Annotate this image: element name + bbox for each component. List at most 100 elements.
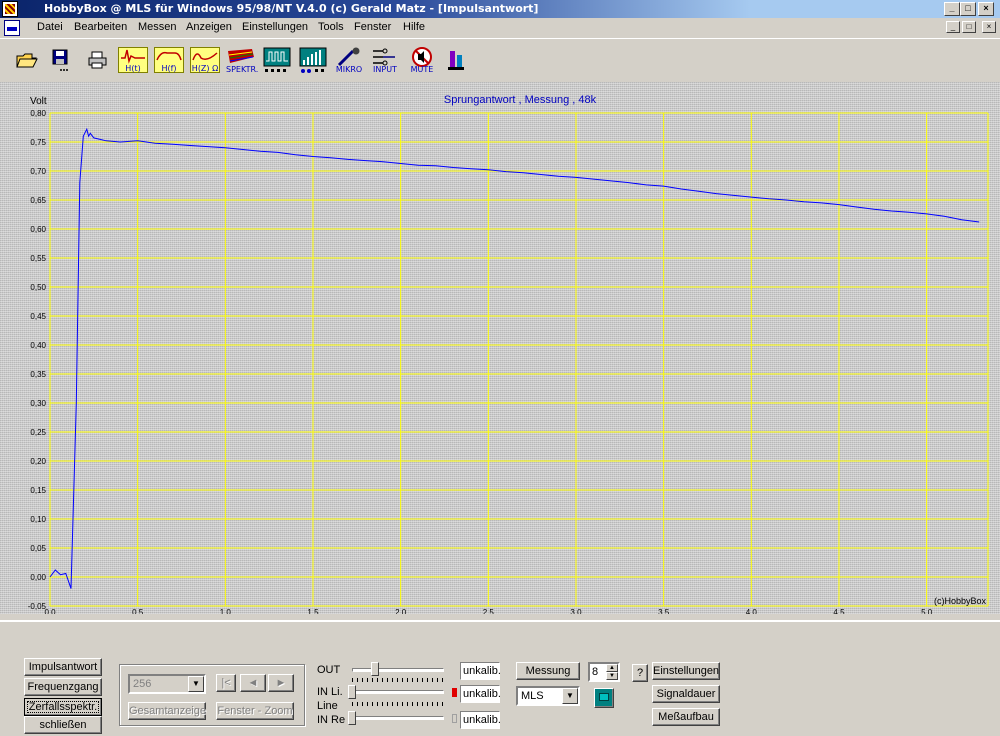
y-axis-label: Volt	[30, 96, 47, 107]
line-ticks	[352, 702, 444, 706]
x-tick-label: 0,0	[44, 608, 56, 614]
line-label: Line	[317, 700, 338, 712]
signal-type-select[interactable]: MLS ▼	[516, 686, 580, 706]
out-slider-track[interactable]	[352, 668, 444, 672]
mdi-close-button[interactable]: ×	[982, 21, 996, 33]
menu-tools[interactable]: Tools	[318, 21, 344, 33]
x-tick-label: 0,5	[132, 608, 144, 614]
y-tick-label: 0,60	[30, 225, 46, 234]
chart-area[interactable]: 0,80 0,75 0,70 0,65 0,60 0,55 0,50 0,45 0,40 0,35…	[0, 82, 1000, 614]
microphone-icon[interactable]: MIKRO	[335, 47, 363, 74]
y-tick-label: 0,65	[30, 196, 46, 205]
previous-button[interactable]: ◄	[240, 674, 266, 692]
help-button[interactable]: ?	[632, 664, 648, 682]
y-tick-label: 0,20	[30, 457, 46, 466]
in-right-clip-led	[452, 714, 457, 723]
step-response-line	[49, 127, 980, 589]
menu-messen[interactable]: Messen	[138, 21, 177, 33]
menu-einstellungen[interactable]: Einstellungen	[242, 21, 308, 33]
impedance-icon[interactable]: H(Z) Ω	[190, 47, 220, 73]
out-label: OUT	[317, 664, 341, 676]
y-tick-label: 0,80	[30, 109, 46, 118]
in-left-slider-thumb[interactable]	[348, 685, 356, 699]
chevron-down-icon[interactable]: ▼	[562, 688, 578, 704]
toolbar: H(t) H(f) H(Z) Ω SPEKTR. MIKRO INPUT MUT…	[0, 38, 1000, 82]
maximize-button[interactable]: □	[960, 2, 976, 16]
analyzer-icon[interactable]	[299, 47, 327, 73]
in-left-slider-track[interactable]	[352, 690, 444, 694]
spectrum-icon[interactable]: SPEKTR.	[226, 47, 258, 74]
y-tick-label: 0,40	[30, 341, 46, 350]
x-tick-label: 3,5	[658, 608, 670, 614]
window-title: HobbyBox @ MLS für Windows 95/98/NT V.4.…	[44, 2, 539, 15]
y-tick-label: 0,35	[30, 370, 46, 379]
chevron-down-icon[interactable]: ▼	[188, 676, 204, 692]
floppy-disk-icon[interactable]	[52, 49, 70, 73]
watermark: (c)HobbyBox	[934, 596, 987, 606]
x-tick-label: 4,5	[833, 608, 845, 614]
menu-bearbeiten[interactable]: Bearbeiten	[74, 21, 127, 33]
messaufbau-button[interactable]: Meßaufbau	[652, 708, 720, 726]
in-right-label: IN Re	[317, 714, 346, 726]
gesamtanzeige-button[interactable]: Gesamtanzeige	[128, 702, 206, 720]
y-tick-label: 0,10	[30, 515, 46, 524]
step-response-chart[interactable]: 0,80 0,75 0,70 0,65 0,60 0,55 0,50 0,45 0,40 0,35…	[0, 82, 1000, 614]
in-right-slider-track[interactable]	[352, 716, 444, 720]
x-tick-label: 1,5	[307, 608, 319, 614]
mute-icon[interactable]: MUTE	[408, 47, 436, 74]
x-tick-label: 4,0	[746, 608, 758, 614]
input-icon[interactable]: INPUT	[371, 47, 399, 74]
fenster-zoom-button[interactable]: Fenster - Zoom	[216, 702, 294, 720]
in-right-slider-thumb[interactable]	[348, 711, 356, 725]
title-bar[interactable]: HobbyBox @ MLS für Windows 95/98/NT V.4.…	[0, 0, 1000, 18]
tool-icon[interactable]	[446, 49, 474, 75]
schliessen-button[interactable]: schließen	[24, 716, 102, 734]
y-tick-label: 0,05	[30, 544, 46, 553]
impulse-response-icon[interactable]: H(t)	[118, 47, 148, 73]
einstellungen-button[interactable]: Einstellungen	[652, 662, 720, 680]
folder-open-icon[interactable]	[16, 51, 38, 69]
menu-hilfe[interactable]: Hilfe	[403, 21, 425, 33]
mdi-restore-button[interactable]: □	[962, 21, 976, 33]
y-tick-label: 0,70	[30, 167, 46, 176]
printer-icon[interactable]	[88, 51, 108, 69]
y-tick-label: 0,55	[30, 254, 46, 263]
spin-up-icon[interactable]: ▲	[606, 664, 618, 672]
first-page-button[interactable]: |<	[216, 674, 236, 692]
window-size-select[interactable]: 256 ▼	[128, 674, 206, 694]
signaldauer-button[interactable]: Signaldauer	[652, 685, 720, 703]
app-icon[interactable]	[2, 1, 18, 17]
measure-start-button[interactable]	[594, 688, 614, 708]
x-tick-label: 2,0	[395, 608, 407, 614]
close-button[interactable]: ×	[978, 2, 994, 16]
signal-generator-icon[interactable]	[263, 47, 291, 73]
y-tick-label: 0,15	[30, 486, 46, 495]
spin-down-icon[interactable]: ▼	[606, 672, 618, 680]
menu-anzeigen[interactable]: Anzeigen	[186, 21, 232, 33]
document-icon[interactable]	[4, 20, 20, 36]
in-left-clip-led	[452, 688, 457, 697]
menu-datei[interactable]: Datei	[37, 21, 63, 33]
out-status: unkalib.	[460, 662, 501, 680]
menu-bar: Datei Bearbeiten Messen Anzeigen Einstel…	[0, 18, 1000, 38]
x-tick-label: 5,0	[921, 608, 933, 614]
x-tick-label: 2,5	[483, 608, 495, 614]
zerfallsspektrum-button[interactable]: Zerfallsspektr.	[24, 698, 102, 716]
minimize-button[interactable]: _	[944, 2, 960, 16]
messung-count-spinner[interactable]: 8 ▲ ▼	[588, 662, 620, 682]
frequency-response-icon[interactable]: H(f)	[154, 47, 184, 73]
y-tick-label: 0,45	[30, 312, 46, 321]
in-right-status: unkalib.	[460, 711, 501, 729]
frequenzgang-button[interactable]: Frequenzgang	[24, 678, 102, 696]
messung-button[interactable]: Messung	[516, 662, 580, 680]
out-ticks	[352, 678, 444, 682]
in-left-status: unkalib.	[460, 685, 501, 703]
y-tick-label: 0,30	[30, 399, 46, 408]
next-button[interactable]: ►	[268, 674, 294, 692]
menu-fenster[interactable]: Fenster	[354, 21, 391, 33]
impulsantwort-button[interactable]: Impulsantwort	[24, 658, 102, 676]
mdi-minimize-button[interactable]: _	[946, 21, 960, 33]
out-slider-thumb[interactable]	[371, 662, 379, 676]
x-tick-label: 3,0	[570, 608, 582, 614]
teal-indicator-icon	[599, 693, 609, 701]
